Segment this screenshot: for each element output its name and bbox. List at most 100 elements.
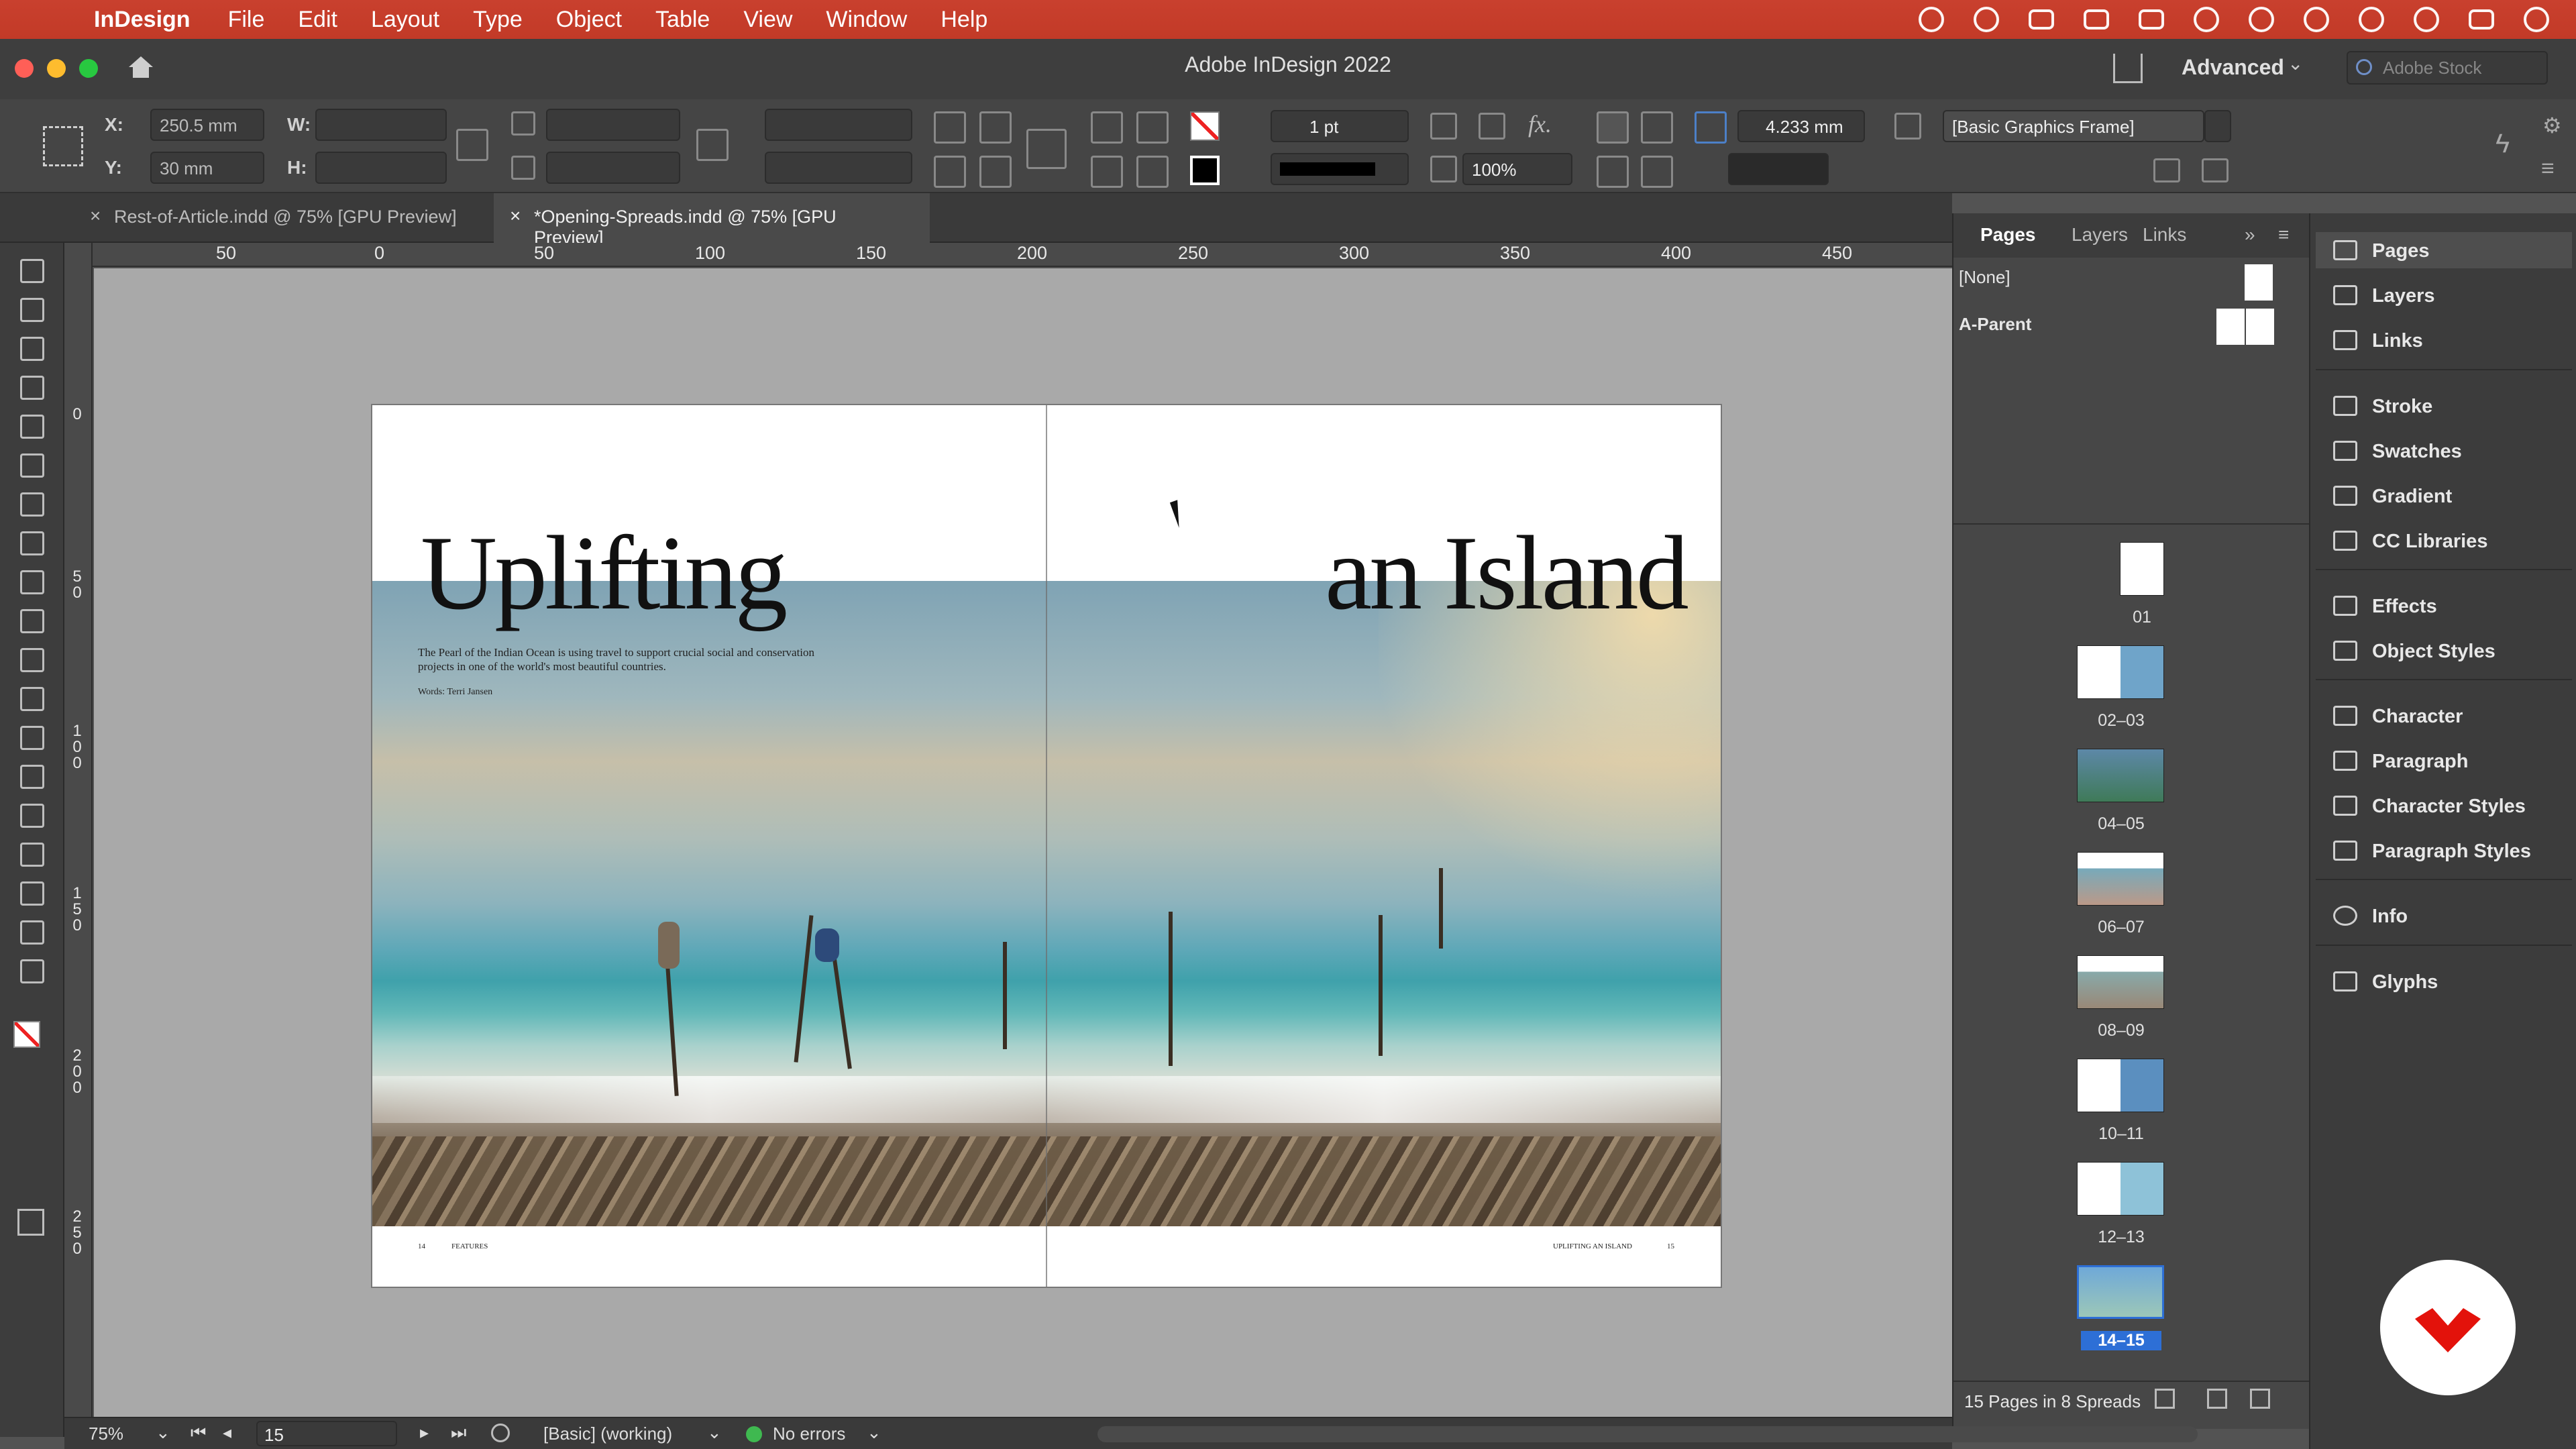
dock-character[interactable]: Character	[2316, 698, 2572, 734]
clock-icon[interactable]	[2524, 7, 2549, 32]
dock-swatches[interactable]: Swatches	[2316, 433, 2572, 469]
text-wrap-none-icon[interactable]	[1597, 111, 1629, 144]
stroke-offset-field[interactable]: 4.233 mm	[1737, 110, 1865, 142]
edit-page-size-icon[interactable]	[2155, 1389, 2175, 1409]
spread-thumbnail-04-05[interactable]	[2077, 749, 2164, 802]
flip-horizontal-icon[interactable]	[934, 156, 966, 188]
user-icon[interactable]	[2359, 7, 2384, 32]
dock-effects[interactable]: Effects	[2316, 588, 2572, 624]
width-field[interactable]	[315, 109, 447, 141]
adobe-icon[interactable]	[2084, 9, 2109, 30]
first-page-icon[interactable]: ⏮	[191, 1422, 206, 1444]
flip-vertical-icon[interactable]	[979, 156, 1012, 188]
fill-swatch[interactable]	[1190, 111, 1220, 141]
headline-right[interactable]: an Island	[1325, 513, 1689, 635]
panel-menu-icon[interactable]: ≡	[2278, 224, 2289, 246]
scale-y-field[interactable]	[546, 152, 680, 184]
horizontal-scrollbar[interactable]	[1097, 1426, 2198, 1442]
parent-a-left-thumbnail[interactable]	[2216, 309, 2245, 345]
menu-view[interactable]: View	[743, 7, 792, 33]
select-content-icon[interactable]	[1136, 111, 1169, 144]
close-icon[interactable]: ×	[510, 205, 521, 227]
gap-tool-icon[interactable]	[20, 376, 44, 400]
wifi-icon[interactable]	[2304, 7, 2329, 32]
spread-14-15[interactable]: Uplifting an Island The Pearl of the Ind…	[372, 405, 1721, 1287]
x-position-field[interactable]: 250.5 mm	[150, 109, 264, 141]
spread-thumbnail-02-03[interactable]	[2077, 645, 2164, 699]
menu-type[interactable]: Type	[473, 7, 523, 33]
dock-glyphs[interactable]: Glyphs	[2316, 963, 2572, 1000]
rotate-ccw-icon[interactable]	[979, 111, 1012, 144]
hand-tool-icon[interactable]	[20, 920, 44, 945]
stock-search-input[interactable]: Adobe Stock	[2347, 51, 2548, 85]
spread-thumbnail-10-11[interactable]	[2077, 1059, 2164, 1112]
select-container-icon[interactable]	[1091, 111, 1123, 144]
close-icon[interactable]: ×	[90, 205, 101, 227]
y-position-field[interactable]: 30 mm	[150, 152, 264, 184]
moon-icon[interactable]	[2194, 7, 2219, 32]
stroke-weight-field[interactable]: 1 pt	[1271, 110, 1409, 142]
dock-links[interactable]: Links	[2316, 322, 2572, 358]
parent-none[interactable]: [None]	[1959, 267, 2010, 288]
note-tool-icon[interactable]	[20, 843, 44, 867]
next-page-icon[interactable]: ▸	[420, 1422, 429, 1443]
panel-menu-icon[interactable]: ≡	[2541, 156, 2555, 182]
preflight-profile[interactable]: [Basic] (working)	[543, 1424, 672, 1444]
screen-mode-icon[interactable]	[17, 1209, 44, 1236]
chevron-down-icon[interactable]: ⌄	[2288, 52, 2303, 74]
drop-shadow-icon[interactable]	[1479, 113, 1505, 140]
auto-fit-icon[interactable]	[1695, 111, 1727, 144]
page-tool-icon[interactable]	[20, 337, 44, 361]
scissors-tool-icon[interactable]	[20, 687, 44, 711]
constrain-proportions-icon[interactable]	[456, 129, 488, 161]
clear-override-style-icon[interactable]	[2202, 158, 2229, 182]
menu-layout[interactable]: Layout	[371, 7, 439, 33]
sync-icon[interactable]	[1974, 7, 1999, 32]
last-page-icon[interactable]: ⏭	[451, 1422, 466, 1444]
standfirst[interactable]: The Pearl of the Indian Ocean is using t…	[418, 645, 847, 674]
bluetooth-icon[interactable]	[2249, 7, 2274, 32]
menu-edit[interactable]: Edit	[298, 7, 337, 33]
direct-selection-tool-icon[interactable]	[20, 298, 44, 322]
stroke-type-select[interactable]	[1271, 153, 1409, 185]
preflight-icon[interactable]	[491, 1424, 510, 1442]
height-field[interactable]	[315, 152, 447, 184]
menu-help[interactable]: Help	[941, 7, 987, 33]
spread-thumbnail-06-07[interactable]	[2077, 852, 2164, 906]
tab-rest-of-article[interactable]: × Rest-of-Article.indd @ 75% [GPU Previe…	[74, 193, 490, 243]
zoom-level[interactable]: 75%	[89, 1424, 123, 1444]
tab-links[interactable]: Links	[2143, 224, 2186, 246]
ellipse-tool-icon[interactable]	[20, 648, 44, 672]
creative-cloud-icon[interactable]	[1919, 7, 1944, 32]
type-tool-icon[interactable]	[20, 453, 44, 478]
tab-layers[interactable]: Layers	[2072, 224, 2128, 246]
control-center-icon[interactable]	[2469, 9, 2494, 30]
reference-point-icon[interactable]	[43, 126, 83, 166]
gradient-feather-tool-icon[interactable]	[20, 804, 44, 828]
parent-a[interactable]: A-Parent	[1959, 314, 2031, 335]
collapse-panel-icon[interactable]: »	[2245, 224, 2255, 246]
zoom-tool-icon[interactable]	[20, 959, 44, 983]
parent-none-thumbnail[interactable]	[2245, 264, 2273, 301]
new-page-icon[interactable]	[2207, 1389, 2227, 1409]
dock-object-styles[interactable]: Object Styles	[2316, 633, 2572, 669]
scale-x-field[interactable]	[546, 109, 680, 141]
scale-x-icon[interactable]	[511, 111, 535, 136]
eyedropper-tool-icon[interactable]	[20, 881, 44, 906]
pen-tool-icon[interactable]	[20, 531, 44, 555]
dock-layers[interactable]: Layers	[2316, 277, 2572, 313]
dock-pages[interactable]: Pages	[2316, 232, 2572, 268]
dock-paragraph[interactable]: Paragraph	[2316, 743, 2572, 779]
object-style-select[interactable]: [Basic Graphics Frame]	[1943, 110, 2204, 142]
menu-file[interactable]: File	[228, 7, 265, 33]
free-transform-tool-icon[interactable]	[20, 726, 44, 750]
share-icon[interactable]	[2113, 54, 2143, 83]
selection-tool-icon[interactable]	[20, 259, 44, 283]
rectangle-frame-tool-icon[interactable]	[20, 609, 44, 633]
dock-character-styles[interactable]: Character Styles	[2316, 788, 2572, 824]
spread-thumbnail-08-09[interactable]	[2077, 955, 2164, 1009]
text-wrap-bbox-icon[interactable]	[1641, 111, 1673, 144]
tab-opening-spreads[interactable]: × *Opening-Spreads.indd @ 75% [GPU Previ…	[494, 193, 930, 248]
chevron-down-icon[interactable]: ⌄	[156, 1422, 170, 1443]
search-icon[interactable]	[2414, 7, 2439, 32]
